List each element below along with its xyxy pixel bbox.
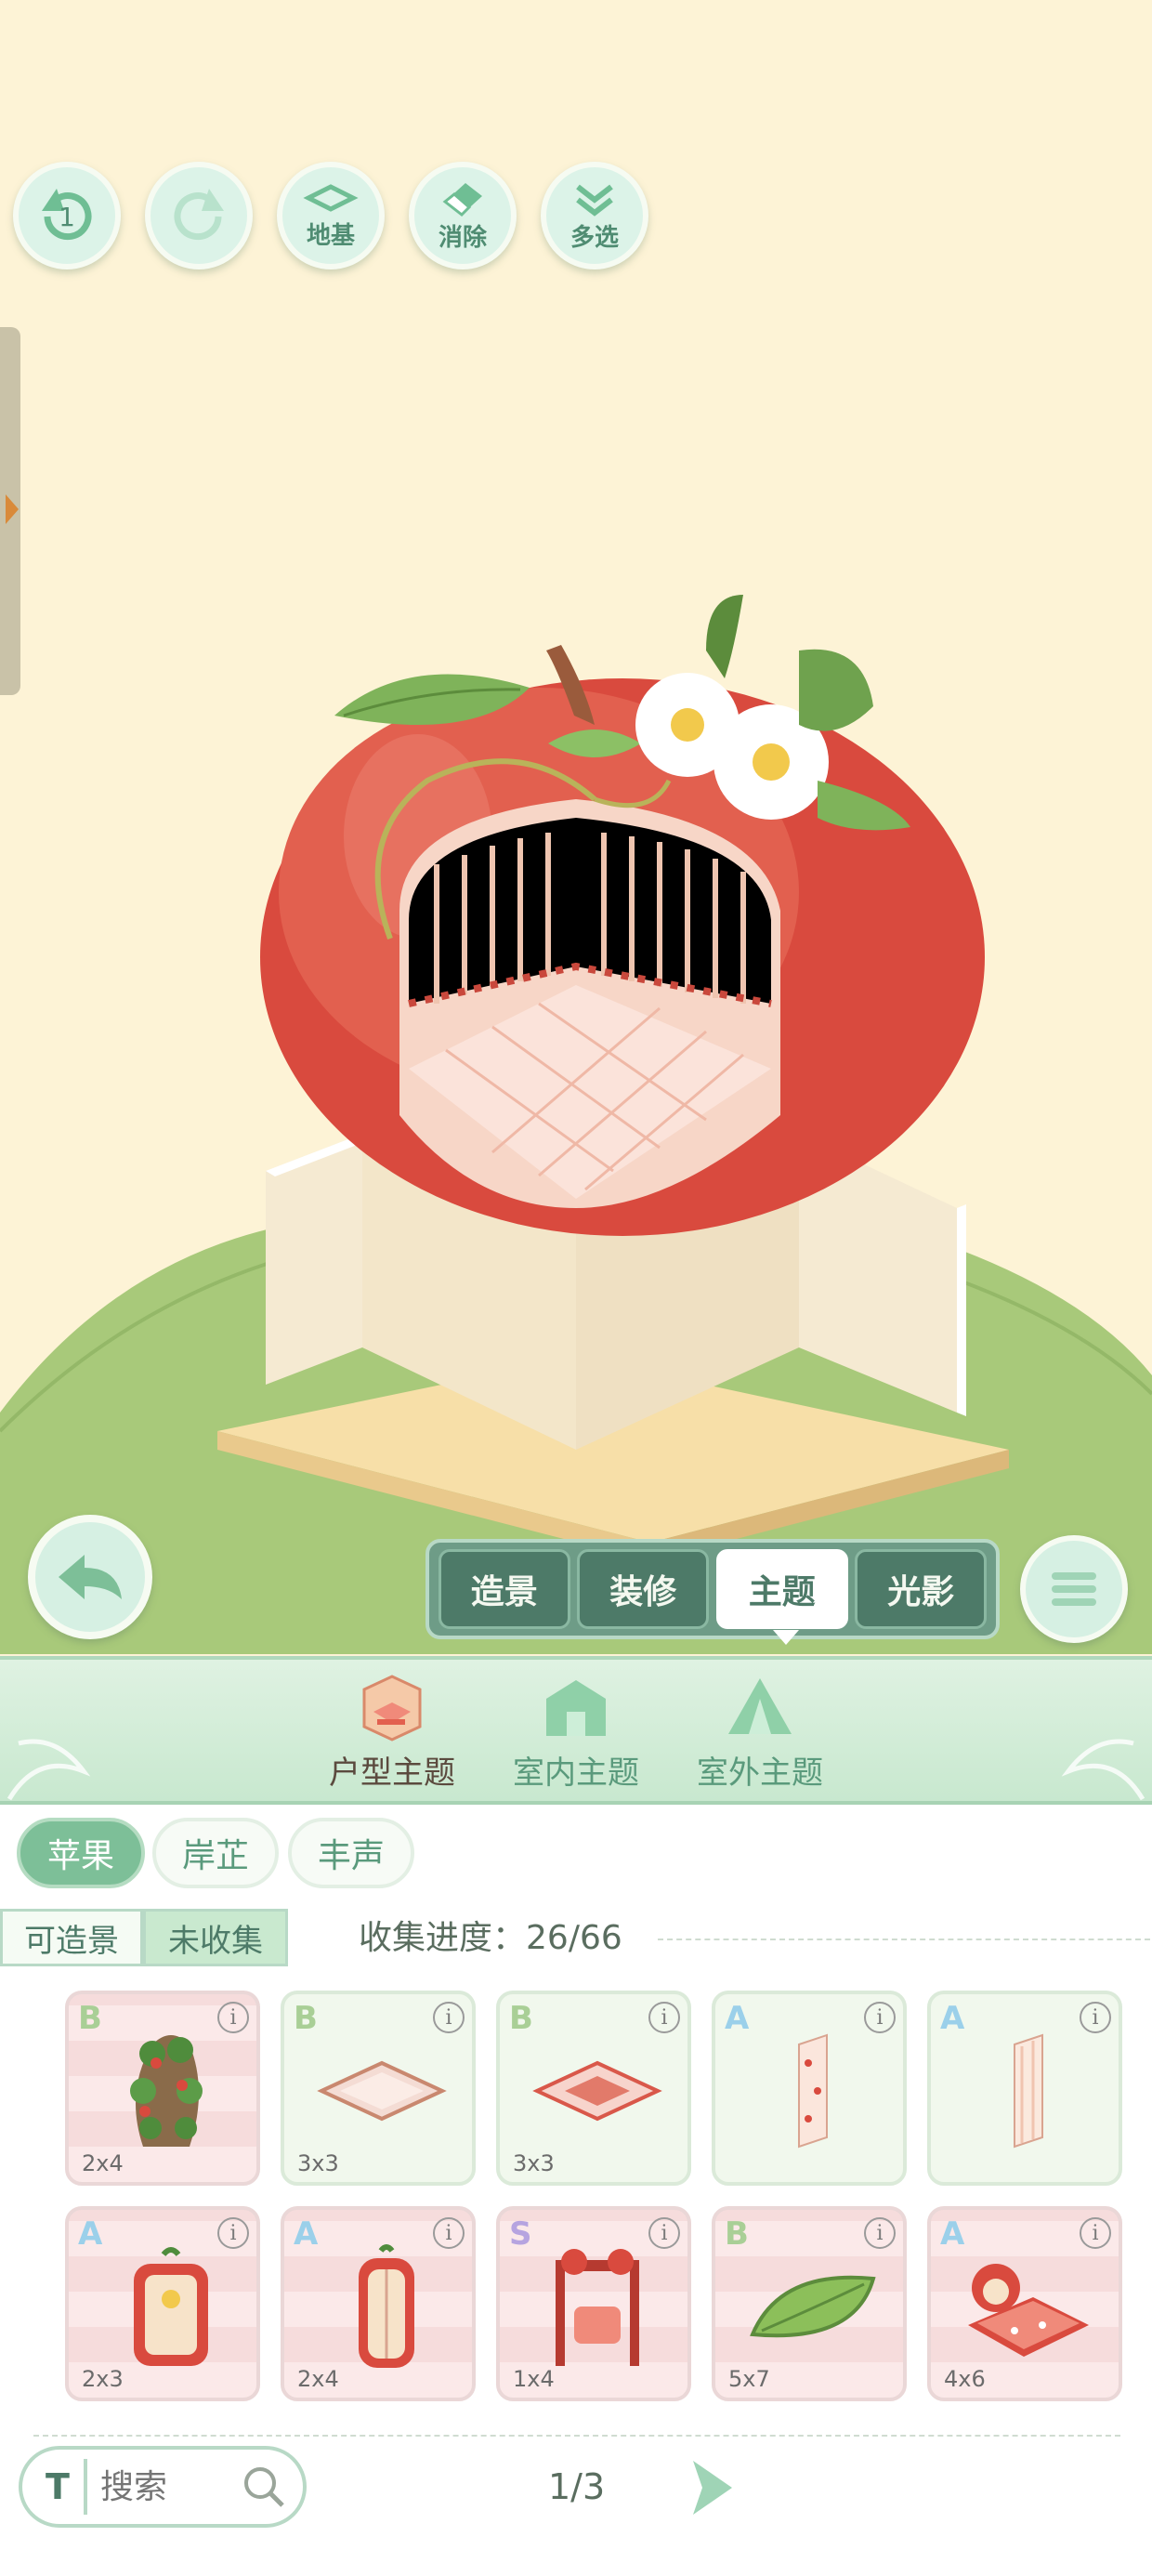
wallpaper-strawberry-icon bbox=[798, 2033, 828, 2149]
item-card[interactable]: B i 2x4 bbox=[65, 1991, 260, 2186]
apple-wardrobe-icon bbox=[359, 2244, 414, 2368]
vine-arch-icon bbox=[130, 2035, 203, 2147]
chip-apple[interactable]: 苹果 bbox=[17, 1818, 145, 1888]
collection-progress: 收集进度：26/66 bbox=[359, 1911, 622, 1959]
item-panel: 苹果 岸芷 丰声 可造景 未收集 收集进度：26/66 B i 2x4 B i … bbox=[0, 1805, 1152, 2576]
multiselect-label: 多选 bbox=[569, 223, 619, 252]
category-house-theme[interactable]: 户型主题 bbox=[308, 1671, 476, 1793]
back-button[interactable] bbox=[28, 1515, 152, 1639]
search-icon[interactable] bbox=[240, 2463, 288, 2511]
size-label: 2x4 bbox=[297, 2366, 339, 2392]
search-box: T bbox=[19, 2446, 307, 2528]
chevron-right-icon bbox=[6, 494, 19, 524]
floral-ornament-icon bbox=[1061, 1739, 1145, 1801]
eraser-icon bbox=[442, 182, 482, 217]
chip-fengsheng[interactable]: 丰声 bbox=[288, 1818, 414, 1888]
foundation-label: 地基 bbox=[306, 221, 355, 250]
wallpaper-stripe-icon bbox=[1014, 2033, 1043, 2149]
erase-button[interactable]: 消除 bbox=[409, 162, 517, 269]
item-card[interactable]: A i bbox=[712, 1991, 907, 2186]
undo-icon: 1 bbox=[42, 189, 92, 241]
leaf-rug-icon bbox=[750, 2275, 876, 2338]
size-label: 2x4 bbox=[82, 2150, 124, 2176]
back-arrow-icon bbox=[59, 1555, 122, 1599]
chip-anzhi[interactable]: 岸芷 bbox=[152, 1818, 279, 1888]
multiselect-button[interactable]: 多选 bbox=[541, 162, 648, 269]
floral-ornament-icon bbox=[7, 1739, 91, 1801]
category-label: 室内主题 bbox=[513, 1755, 639, 1792]
apple-swing-icon bbox=[556, 2249, 639, 2366]
apple-bed-icon bbox=[968, 2264, 1089, 2357]
redo-button[interactable] bbox=[145, 162, 253, 269]
checkmark-icon bbox=[576, 184, 613, 217]
foundation-icon bbox=[303, 183, 359, 212]
mode-tab-bar: 造景 装修 主题 光影 bbox=[425, 1539, 1000, 1645]
category-label: 户型主题 bbox=[329, 1755, 455, 1792]
item-card[interactable]: A i 2x3 bbox=[65, 2206, 260, 2401]
size-label: 1x4 bbox=[513, 2366, 555, 2392]
floor-tile-icon bbox=[317, 2060, 447, 2122]
size-label: 5x7 bbox=[728, 2366, 770, 2392]
menu-button[interactable] bbox=[1020, 1535, 1128, 1643]
hamburger-icon bbox=[1052, 1572, 1096, 1606]
divider bbox=[33, 2435, 1120, 2437]
erase-label: 消除 bbox=[438, 223, 487, 252]
tab-theme[interactable]: 主题 bbox=[715, 1549, 848, 1645]
floor-tile-red-icon bbox=[532, 2060, 662, 2122]
font-filter-button[interactable]: T bbox=[32, 2459, 87, 2515]
item-card[interactable]: B i 3x3 bbox=[496, 1991, 691, 2186]
filter-uncollected[interactable]: 未收集 bbox=[143, 1909, 288, 1966]
item-card[interactable]: S i 1x4 bbox=[496, 2206, 691, 2401]
category-indoor-theme[interactable]: 室内主题 bbox=[492, 1671, 660, 1793]
category-label: 室外主题 bbox=[697, 1755, 823, 1792]
tent-icon bbox=[723, 1671, 797, 1741]
house-theme-icon bbox=[355, 1671, 429, 1741]
size-label: 3x3 bbox=[513, 2150, 555, 2176]
undo-count: 1 bbox=[59, 202, 75, 232]
side-drawer-handle[interactable] bbox=[0, 327, 20, 695]
tab-decoration[interactable]: 装修 bbox=[577, 1549, 710, 1629]
progress-label: 收集进度： bbox=[359, 1919, 527, 1957]
item-card[interactable]: B i 5x7 bbox=[712, 2206, 907, 2401]
tab-lighting[interactable]: 光影 bbox=[855, 1549, 988, 1629]
apple-fridge-icon bbox=[134, 2247, 208, 2366]
item-card[interactable]: B i 3x3 bbox=[281, 1991, 476, 2186]
page-indicator: 1/3 bbox=[548, 2466, 606, 2507]
item-card[interactable]: A i 2x4 bbox=[281, 2206, 476, 2401]
size-label: 4x6 bbox=[944, 2366, 986, 2392]
indoor-theme-icon bbox=[539, 1671, 613, 1741]
undo-button[interactable]: 1 bbox=[13, 162, 121, 269]
category-outdoor-theme[interactable]: 室外主题 bbox=[676, 1671, 844, 1793]
size-label: 3x3 bbox=[297, 2150, 339, 2176]
foundation-button[interactable]: 地基 bbox=[277, 162, 385, 269]
theme-category-bar: 户型主题 室内主题 室外主题 bbox=[0, 1656, 1152, 1805]
next-page-icon[interactable] bbox=[684, 2455, 740, 2520]
size-label: 2x3 bbox=[82, 2366, 124, 2392]
filter-buildable[interactable]: 可造景 bbox=[0, 1909, 143, 1966]
divider bbox=[658, 1939, 1150, 1940]
redo-icon bbox=[174, 189, 224, 241]
progress-value: 26/66 bbox=[526, 1919, 622, 1957]
search-input[interactable] bbox=[100, 2467, 240, 2506]
tab-landscape[interactable]: 造景 bbox=[438, 1549, 570, 1629]
item-card[interactable]: A i 4x6 bbox=[927, 2206, 1122, 2401]
item-card[interactable]: A i bbox=[927, 1991, 1122, 2186]
build-scene[interactable]: 1 地基 消除 多选 造景 装修 主题 光影 bbox=[0, 0, 1152, 1654]
